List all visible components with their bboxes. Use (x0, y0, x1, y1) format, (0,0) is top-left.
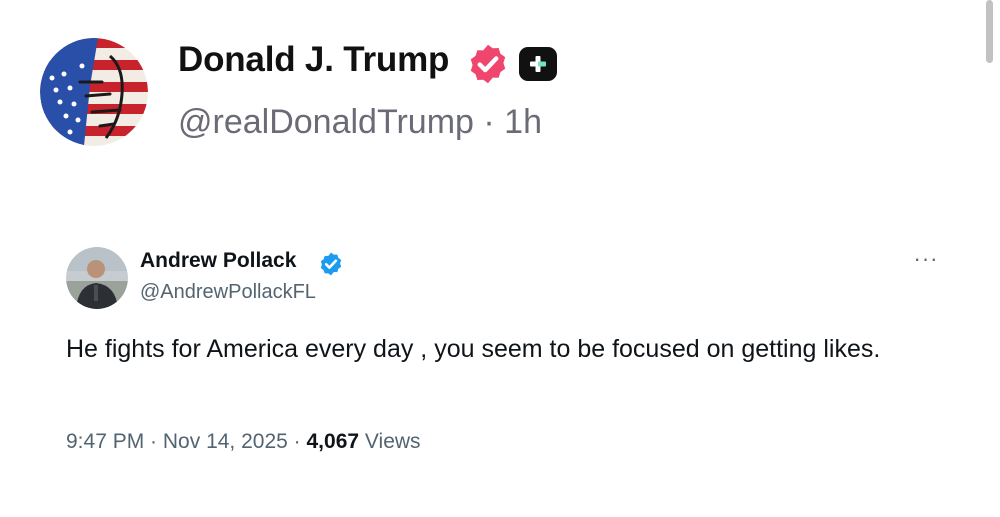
post-time[interactable]: 1h (504, 103, 542, 141)
tweet-date[interactable]: Nov 14, 2025 (163, 430, 288, 453)
separator-dot: · (473, 103, 505, 141)
quoted-tweet-meta: 9:47 PM · Nov 14, 2025 · 4,067 Views (66, 430, 421, 454)
author-handle-line: @realDonaldTrump · 1h (178, 103, 542, 142)
quoted-tweet-text: He fights for America every day , you se… (66, 335, 881, 363)
author-avatar[interactable] (40, 38, 148, 146)
scrollbar[interactable] (986, 0, 993, 63)
subscriber-plus-icon (519, 47, 557, 81)
post-view: Donald J. Trump @realDonaldTrump · 1h An… (0, 0, 1000, 517)
verified-badge-icon (470, 44, 506, 84)
views-count[interactable]: 4,067 (307, 430, 360, 453)
quoted-author-handle[interactable]: @AndrewPollackFL (140, 281, 316, 304)
author-handle[interactable]: @realDonaldTrump (178, 103, 474, 141)
meta-separator: · (287, 430, 307, 453)
quoted-verified-badge-icon (320, 252, 342, 276)
tweet-time[interactable]: 9:47 PM (66, 430, 144, 453)
quoted-author-name[interactable]: Andrew Pollack (140, 249, 296, 273)
quoted-author-avatar[interactable] (66, 247, 128, 309)
views-label: Views (364, 430, 421, 453)
more-options-icon[interactable]: ··· (906, 248, 946, 276)
author-name[interactable]: Donald J. Trump (178, 40, 449, 80)
meta-separator: · (144, 430, 163, 453)
